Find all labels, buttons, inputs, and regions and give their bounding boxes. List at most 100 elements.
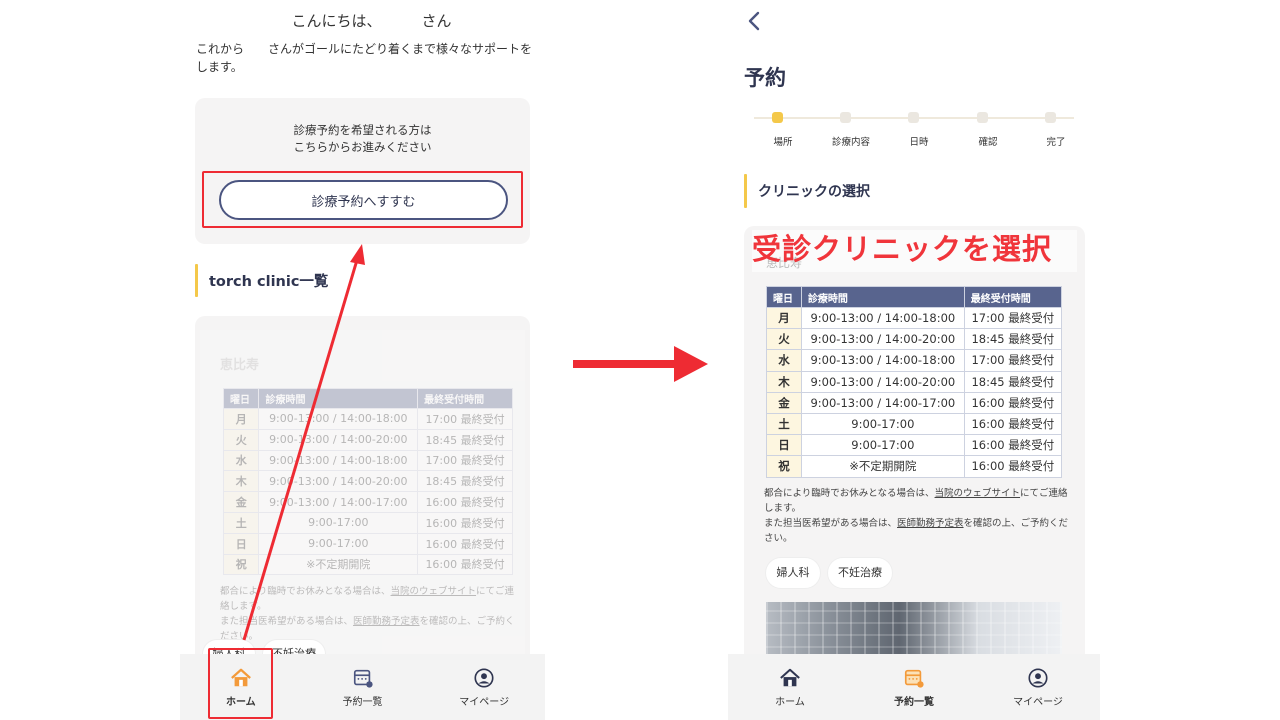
annotation-caption: 受診クリニックを選択	[752, 232, 1053, 266]
tab-mypage-label: マイページ	[1013, 696, 1063, 708]
cell-last-entry: 16:00 最終受付	[963, 455, 1063, 478]
cell-hours: 9:00-17:00	[258, 511, 419, 534]
clinic-list-title: torch clinic一覧	[209, 274, 329, 290]
reservation-screen: 予約 場所 診療内容 日時 確認 完了 クリニックの選択 恵比寿 曜日 診療時間…	[728, 0, 1100, 720]
clinic-list-heading: torch clinic一覧	[195, 264, 328, 297]
table-row: 月 9:00-13:00 / 14:00-18:00 17:00 最終受付	[766, 306, 1063, 330]
cell-last-entry: 16:00 最終受付	[963, 391, 1063, 414]
tab-reservations-label: 予約一覧	[894, 696, 934, 708]
table-row: 水 9:00-13:00 / 14:00-18:00 17:00 最終受付	[222, 449, 513, 472]
header-day: 曜日	[222, 388, 260, 409]
annotation-box-home-tab	[208, 648, 273, 719]
page-title: 予約	[744, 66, 786, 90]
tab-mypage[interactable]: マイページ	[976, 654, 1100, 720]
note-text: 都合により臨時でお休みとなる場合は、	[764, 488, 935, 499]
cell-hours: 9:00-13:00 / 14:00-20:00	[258, 428, 419, 451]
cell-day: 金	[222, 491, 260, 513]
cell-last-entry: 17:00 最終受付	[963, 349, 1063, 372]
cell-hours: 9:00-13:00 / 14:00-20:00	[800, 370, 965, 393]
step-label-datetime: 日時	[909, 137, 929, 148]
cell-hours: 9:00-13:00 / 14:00-18:00	[800, 306, 965, 330]
cell-day: 木	[766, 370, 802, 393]
table-row: 祝 ※不定期開院 16:00 最終受付	[222, 553, 513, 576]
clinic-hours-table: 曜日 診療時間 最終受付時間 月 9:00-13:00 / 14:00-18:00…	[222, 388, 513, 576]
clinic-note: 都合により臨時でお休みとなる場合は、当院のウェブサイトにてご連絡します。 また担…	[220, 584, 515, 644]
cell-day: 祝	[222, 553, 260, 576]
table-row: 金 9:00-13:00 / 14:00-17:00 16:00 最終受付	[222, 491, 513, 513]
step-label-confirm: 確認	[978, 137, 998, 148]
cell-hours: 9:00-13:00 / 14:00-20:00	[800, 328, 965, 351]
cell-day: 祝	[766, 455, 802, 478]
cell-day: 土	[222, 511, 260, 534]
clinic-card[interactable]: 恵比寿 曜日 診療時間 最終受付時間 月 9:00-13:00 / 14:00-1…	[195, 316, 530, 676]
cell-day: 水	[766, 349, 802, 372]
step-dot-1	[772, 112, 783, 123]
clinic-card-content: 恵比寿 曜日 診療時間 最終受付時間 月 9:00-13:00 / 14:00-1…	[200, 330, 525, 660]
cell-last-entry: 16:00 最終受付	[963, 412, 1063, 436]
step-dot-5	[1045, 112, 1056, 123]
annotation-box-reserve-button	[202, 171, 523, 228]
table-row: 日 9:00-17:00 16:00 最終受付	[766, 434, 1063, 457]
chevron-left-icon[interactable]	[744, 10, 764, 32]
website-link[interactable]: 当院のウェブサイト	[391, 586, 477, 597]
table-row: 月 9:00-13:00 / 14:00-18:00 17:00 最終受付	[222, 408, 513, 430]
cell-last-entry: 17:00 最終受付	[417, 449, 513, 472]
bottom-tab-bar: ホーム 予約一覧 マイページ	[728, 654, 1100, 720]
tab-reservations-label: 予約一覧	[342, 696, 383, 708]
table-row: 水 9:00-13:00 / 14:00-18:00 17:00 最終受付	[766, 349, 1063, 372]
cell-last-entry: 17:00 最終受付	[417, 408, 513, 430]
cell-hours: ※不定期開院	[800, 455, 965, 478]
cell-hours: 9:00-13:00 / 14:00-20:00	[258, 470, 419, 493]
cell-last-entry: 16:00 最終受付	[417, 511, 513, 534]
table-row: 金 9:00-13:00 / 14:00-17:00 16:00 最終受付	[766, 391, 1063, 414]
table-header-row: 曜日 診療時間 最終受付時間	[222, 388, 513, 409]
heading-accent-bar	[744, 174, 747, 208]
home-screen: こんにちは、 さん これから さんがゴールにたどり着くまで様々なサポートをします…	[180, 0, 545, 720]
greeting: こんにちは、 さん	[180, 10, 545, 31]
step-label-complete: 完了	[1046, 137, 1066, 148]
cell-last-entry: 17:00 最終受付	[963, 306, 1063, 330]
step-dot-2	[840, 112, 851, 123]
calendar-icon	[353, 669, 373, 688]
cell-hours: 9:00-13:00 / 14:00-17:00	[258, 491, 419, 513]
tab-mypage[interactable]: マイページ	[423, 654, 545, 720]
cell-hours: 9:00-17:00	[258, 532, 419, 555]
header-last-entry: 最終受付時間	[963, 286, 1063, 308]
step-label-treatment: 診療内容	[831, 137, 870, 148]
intro-text: これから さんがゴールにたどり着くまで様々なサポートをします。	[196, 42, 533, 74]
tab-reservations[interactable]: 予約一覧	[302, 654, 424, 720]
tag-fertility: 不妊治療	[828, 558, 892, 588]
header-hours: 診療時間	[258, 388, 419, 409]
header-day: 曜日	[766, 286, 802, 308]
clinic-select-heading: クリニックの選択	[744, 174, 870, 208]
cell-last-entry: 16:00 最終受付	[417, 553, 513, 576]
tab-home[interactable]: ホーム	[728, 654, 852, 720]
clinic-option-card[interactable]: 恵比寿 曜日 診療時間 最終受付時間 月 9:00-13:00 / 14:00-1…	[744, 226, 1085, 666]
cell-day: 月	[766, 306, 802, 330]
cell-last-entry: 18:45 最終受付	[417, 428, 513, 451]
cell-day: 土	[766, 412, 802, 436]
cell-day: 日	[222, 532, 260, 555]
cell-hours: 9:00-17:00	[800, 434, 965, 457]
table-row: 木 9:00-13:00 / 14:00-20:00 18:45 最終受付	[766, 370, 1063, 393]
note-text: 都合により臨時でお休みとなる場合は、	[220, 586, 391, 597]
annotation-arrow-right	[573, 346, 708, 382]
table-row: 火 9:00-13:00 / 14:00-20:00 18:45 最終受付	[222, 428, 513, 451]
user-circle-icon	[1028, 667, 1048, 688]
tab-home-label: ホーム	[775, 696, 805, 708]
cell-day: 金	[766, 391, 802, 414]
doctor-schedule-link[interactable]: 医師勤務予定表	[353, 616, 420, 627]
table-row: 土 9:00-17:00 16:00 最終受付	[766, 412, 1063, 436]
header-hours: 診療時間	[800, 286, 965, 308]
note-text: また担当医希望がある場合は、	[764, 518, 898, 529]
reservation-line-2: こちらからお進みください	[293, 140, 432, 154]
tab-reservations[interactable]: 予約一覧	[852, 654, 976, 720]
cell-last-entry: 18:45 最終受付	[417, 470, 513, 493]
heading-accent-bar	[195, 264, 198, 297]
website-link[interactable]: 当院のウェブサイト	[935, 488, 1021, 499]
doctor-schedule-link[interactable]: 医師勤務予定表	[897, 518, 964, 529]
clinic-note: 都合により臨時でお休みとなる場合は、当院のウェブサイトにてご連絡します。 また担…	[764, 486, 1069, 546]
user-circle-icon	[474, 667, 494, 688]
cell-last-entry: 16:00 最終受付	[417, 532, 513, 555]
tab-mypage-label: マイページ	[459, 696, 510, 708]
